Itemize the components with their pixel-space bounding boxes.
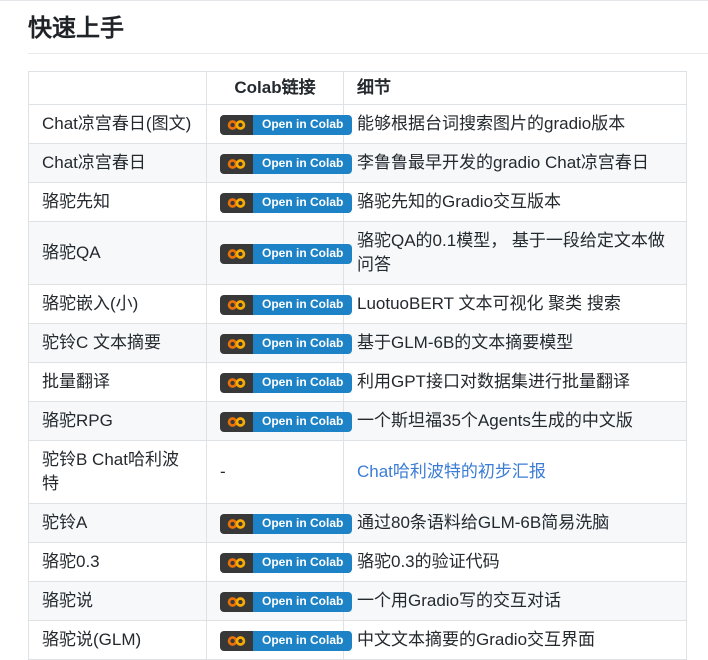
table-header-row: Colab链接 细节 bbox=[28, 71, 687, 105]
open-in-colab-badge[interactable]: Open in Colab bbox=[220, 333, 353, 354]
open-in-colab-badge[interactable]: Open in Colab bbox=[220, 372, 353, 393]
header-detail: 细节 bbox=[343, 71, 687, 105]
colab-logo-icon bbox=[220, 333, 253, 354]
project-name-cell: 骆驼RPG bbox=[28, 401, 207, 441]
table-row: 骆驼RPG Open in Colab 一个斯坦福35个Agents生成的中文版 bbox=[28, 401, 687, 441]
table-body: Chat凉宫春日(图文) Open in Colab 能够根据台词搜索图片的grad… bbox=[28, 104, 687, 660]
badge-label: Open in Colab bbox=[253, 294, 353, 315]
detail-cell: 骆驼0.3的验证代码 bbox=[343, 542, 687, 582]
detail-cell: 能够根据台词搜索图片的gradio版本 bbox=[343, 104, 687, 144]
colab-logo-icon bbox=[220, 294, 253, 315]
table-row: 骆驼先知 Open in Colab 骆驼先知的Gradio交互版本 bbox=[28, 182, 687, 222]
open-in-colab-badge[interactable]: Open in Colab bbox=[220, 552, 353, 573]
detail-link[interactable]: Chat哈利波特的初步汇报 bbox=[357, 462, 546, 481]
open-in-colab-badge[interactable]: Open in Colab bbox=[220, 192, 353, 213]
project-name-cell: 骆驼说 bbox=[28, 581, 207, 621]
project-name-cell: 骆驼说(GLM) bbox=[28, 620, 207, 660]
table-row: 骆驼嵌入(小) Open in Colab LuotuoBERT 文本可视化 聚类 … bbox=[28, 284, 687, 324]
open-in-colab-badge[interactable]: Open in Colab bbox=[220, 153, 353, 174]
colab-logo-icon bbox=[220, 591, 253, 612]
detail-cell: LuotuoBERT 文本可视化 聚类 搜索 bbox=[343, 284, 687, 324]
colab-link-cell: Open in Colab bbox=[206, 362, 353, 402]
detail-cell: 骆驼先知的Gradio交互版本 bbox=[343, 182, 687, 222]
detail-cell: 一个斯坦福35个Agents生成的中文版 bbox=[343, 401, 687, 441]
project-name-cell: Chat凉宫春日(图文) bbox=[28, 104, 207, 144]
table-row: 驼铃B Chat哈利波特 - Chat哈利波特的初步汇报 bbox=[28, 440, 687, 504]
page-title: 快速上手 bbox=[28, 0, 708, 54]
project-name-cell: 骆驼先知 bbox=[28, 182, 207, 222]
badge-label: Open in Colab bbox=[253, 552, 353, 573]
table-row: Chat凉宫春日 Open in Colab 李鲁鲁最早开发的gradio Chat… bbox=[28, 143, 687, 183]
colab-link-cell: Open in Colab bbox=[206, 542, 353, 582]
colab-logo-icon bbox=[220, 114, 253, 135]
badge-label: Open in Colab bbox=[253, 153, 353, 174]
colab-logo-icon bbox=[220, 372, 253, 393]
open-in-colab-badge[interactable]: Open in Colab bbox=[220, 114, 353, 135]
colab-link-cell: Open in Colab bbox=[206, 284, 353, 324]
detail-cell: 利用GPT接口对数据集进行批量翻译 bbox=[343, 362, 687, 402]
project-name-cell: 驼铃C 文本摘要 bbox=[28, 323, 207, 363]
table-row: 骆驼说 Open in Colab 一个用Gradio写的交互对话 bbox=[28, 581, 687, 621]
detail-cell: Chat哈利波特的初步汇报 bbox=[343, 440, 687, 504]
detail-cell: 基于GLM-6B的文本摘要模型 bbox=[343, 323, 687, 363]
colab-logo-icon bbox=[220, 192, 253, 213]
colab-logo-icon bbox=[220, 552, 253, 573]
open-in-colab-badge[interactable]: Open in Colab bbox=[220, 243, 353, 264]
open-in-colab-badge[interactable]: Open in Colab bbox=[220, 591, 353, 612]
badge-label: Open in Colab bbox=[253, 243, 353, 264]
colab-logo-icon bbox=[220, 513, 253, 534]
open-in-colab-badge[interactable]: Open in Colab bbox=[220, 513, 353, 534]
badge-label: Open in Colab bbox=[253, 372, 353, 393]
badge-label: Open in Colab bbox=[253, 114, 353, 135]
badge-label: Open in Colab bbox=[253, 630, 353, 651]
project-name-cell: 驼铃A bbox=[28, 503, 207, 543]
colab-link-cell: - bbox=[206, 440, 344, 504]
table-row: 批量翻译 Open in Colab 利用GPT接口对数据集进行批量翻译 bbox=[28, 362, 687, 402]
no-colab-dash: - bbox=[220, 462, 226, 481]
project-name-cell: 批量翻译 bbox=[28, 362, 207, 402]
header-colab-link: Colab链接 bbox=[206, 71, 344, 105]
colab-link-cell: Open in Colab bbox=[206, 221, 353, 285]
badge-label: Open in Colab bbox=[253, 591, 353, 612]
open-in-colab-badge[interactable]: Open in Colab bbox=[220, 294, 353, 315]
project-name-cell: 驼铃B Chat哈利波特 bbox=[28, 440, 207, 504]
detail-cell: 中文文本摘要的Gradio交互界面 bbox=[343, 620, 687, 660]
detail-cell: 李鲁鲁最早开发的gradio Chat凉宫春日 bbox=[343, 143, 687, 183]
detail-cell: 一个用Gradio写的交互对话 bbox=[343, 581, 687, 621]
table-row: 骆驼QA Open in Colab 骆驼QA的0.1模型， 基于一段给定文本做问答 bbox=[28, 221, 687, 285]
table-row: 骆驼0.3 Open in Colab 骆驼0.3的验证代码 bbox=[28, 542, 687, 582]
project-name-cell: 骆驼嵌入(小) bbox=[28, 284, 207, 324]
colab-logo-icon bbox=[220, 243, 253, 264]
project-name-cell: Chat凉宫春日 bbox=[28, 143, 207, 183]
badge-label: Open in Colab bbox=[253, 411, 353, 432]
open-in-colab-badge[interactable]: Open in Colab bbox=[220, 630, 353, 651]
quickstart-table: Colab链接 细节 Chat凉宫春日(图文) Open in Colab 能够根据… bbox=[28, 71, 687, 660]
badge-label: Open in Colab bbox=[253, 333, 353, 354]
top-divider bbox=[0, 0, 708, 1]
colab-link-cell: Open in Colab bbox=[206, 323, 353, 363]
badge-label: Open in Colab bbox=[253, 192, 353, 213]
detail-cell: 通过80条语料给GLM-6B简易洗脑 bbox=[343, 503, 687, 543]
colab-link-cell: Open in Colab bbox=[206, 182, 353, 222]
open-in-colab-badge[interactable]: Open in Colab bbox=[220, 411, 353, 432]
colab-link-cell: Open in Colab bbox=[206, 401, 353, 441]
colab-link-cell: Open in Colab bbox=[206, 503, 353, 543]
colab-link-cell: Open in Colab bbox=[206, 143, 353, 183]
colab-link-cell: Open in Colab bbox=[206, 104, 353, 144]
colab-link-cell: Open in Colab bbox=[206, 581, 353, 621]
colab-link-cell: Open in Colab bbox=[206, 620, 353, 660]
table-row: 骆驼说(GLM) Open in Colab 中文文本摘要的Gradio交互界面 bbox=[28, 620, 687, 660]
project-name-cell: 骆驼QA bbox=[28, 221, 207, 285]
table-row: 驼铃C 文本摘要 Open in Colab 基于GLM-6B的文本摘要模型 bbox=[28, 323, 687, 363]
colab-logo-icon bbox=[220, 630, 253, 651]
table-row: Chat凉宫春日(图文) Open in Colab 能够根据台词搜索图片的grad… bbox=[28, 104, 687, 144]
colab-logo-icon bbox=[220, 153, 253, 174]
detail-cell: 骆驼QA的0.1模型， 基于一段给定文本做问答 bbox=[343, 221, 687, 285]
colab-logo-icon bbox=[220, 411, 253, 432]
table-row: 驼铃A Open in Colab 通过80条语料给GLM-6B简易洗脑 bbox=[28, 503, 687, 543]
header-blank bbox=[28, 71, 207, 105]
project-name-cell: 骆驼0.3 bbox=[28, 542, 207, 582]
readme-page: 快速上手 Colab链接 细节 Chat凉宫春日(图文) Open in Cola… bbox=[0, 0, 708, 660]
badge-label: Open in Colab bbox=[253, 513, 353, 534]
